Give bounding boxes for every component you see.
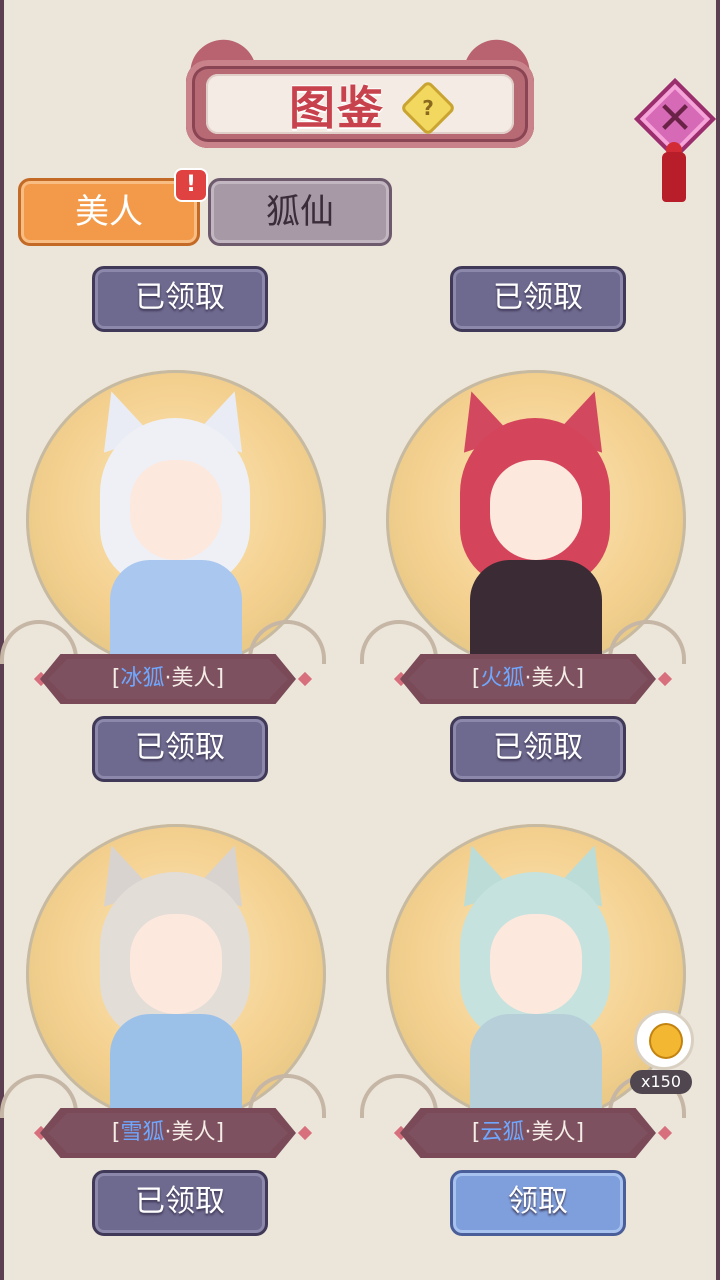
character-name: [火狐·美人] [471, 666, 585, 691]
character-name: [雪狐·美人] [111, 1120, 225, 1145]
tab-fox-spirit[interactable]: 狐仙 [208, 178, 392, 246]
right-frame [716, 0, 720, 1280]
close-icon[interactable]: ✕ [646, 90, 704, 148]
tassel-icon [662, 152, 686, 202]
character-card-cloud-fox[interactable]: [云狐·美人] [360, 824, 690, 1164]
character-card-ice-fox[interactable]: [冰狐·美人] [0, 370, 330, 710]
title-plate: 图鉴 ? [172, 33, 548, 152]
page-title: 图鉴 [289, 81, 385, 135]
tab-beauty[interactable]: 美人 [18, 178, 200, 246]
claimed-button[interactable]: 已领取 [92, 266, 268, 332]
claimed-button[interactable]: 已领取 [450, 266, 626, 332]
character-portrait [420, 837, 650, 1134]
claimed-button[interactable]: 已领取 [450, 716, 626, 782]
character-card-snow-fox[interactable]: [雪狐·美人] [0, 824, 330, 1164]
claim-button[interactable]: 领取 [450, 1170, 626, 1236]
alert-badge: ! [174, 168, 208, 202]
character-portrait [60, 383, 290, 680]
claimed-button[interactable]: 已领取 [92, 716, 268, 782]
reward-count: x150 [630, 1070, 692, 1094]
gold-coin-icon [634, 1010, 694, 1070]
character-portrait [420, 383, 650, 680]
close-button[interactable]: ✕ [633, 77, 717, 214]
character-portrait [60, 837, 290, 1134]
character-name: [冰狐·美人] [111, 666, 225, 691]
reward-badge: x150 [630, 1010, 696, 1100]
character-name: [云狐·美人] [471, 1120, 585, 1145]
character-card-fire-fox[interactable]: [火狐·美人] [360, 370, 690, 710]
claimed-button[interactable]: 已领取 [92, 1170, 268, 1236]
